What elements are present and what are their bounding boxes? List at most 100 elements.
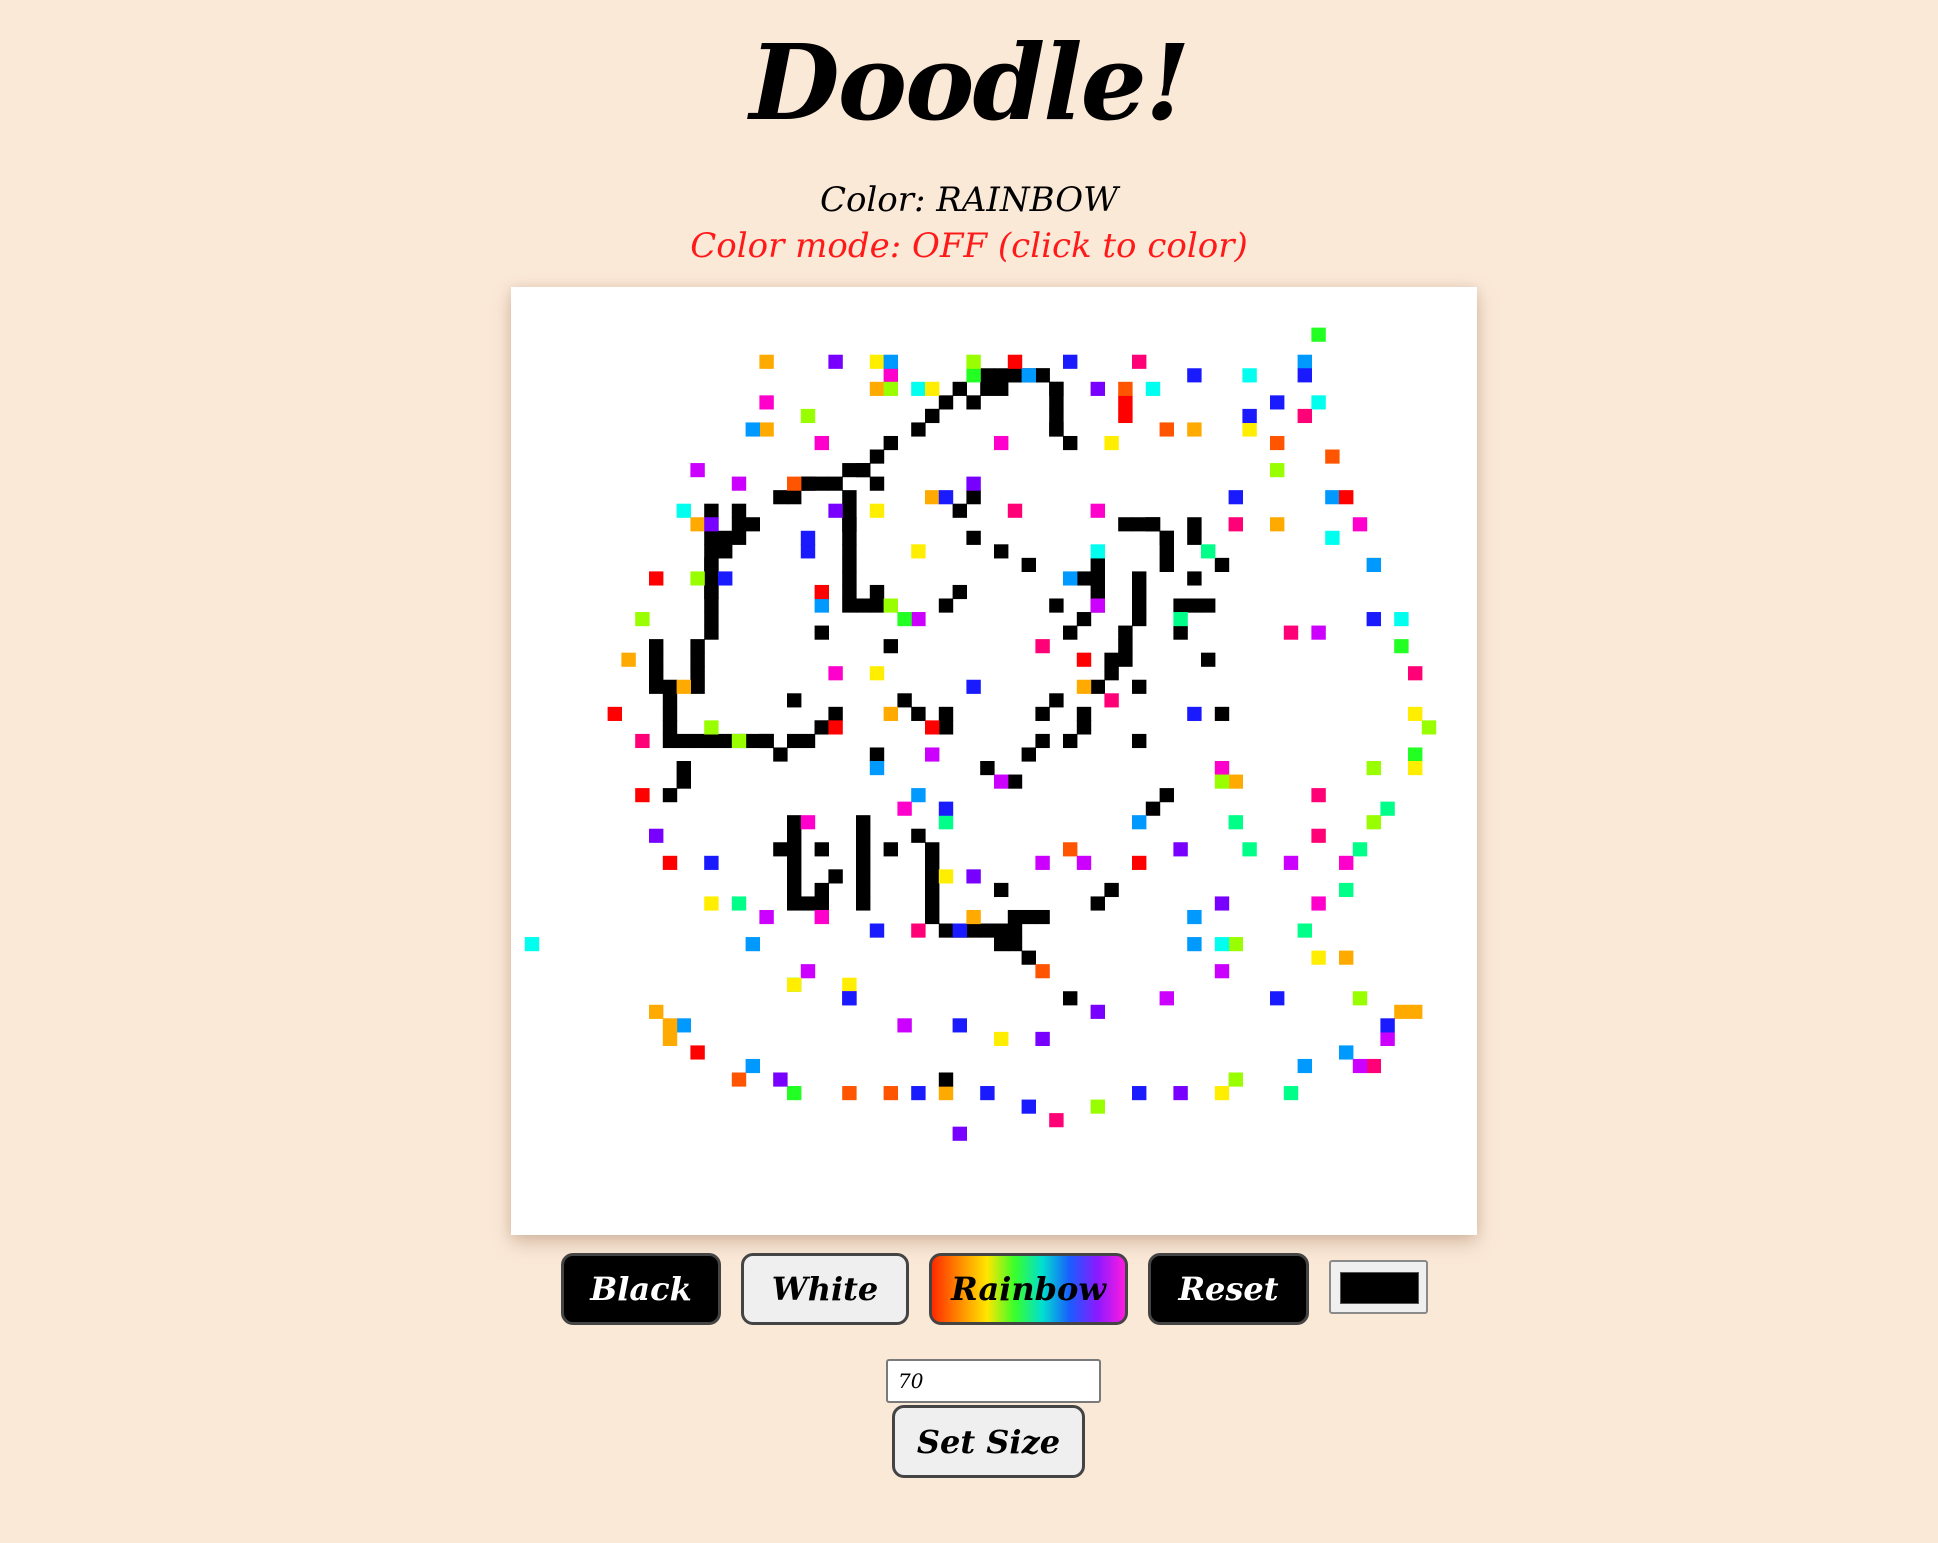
pixel[interactable] [690,571,705,586]
pixel[interactable] [773,1072,788,1087]
pixel[interactable] [662,733,678,749]
pixel[interactable] [1214,937,1230,952]
pixel[interactable] [911,422,926,437]
pixel[interactable] [869,923,885,938]
pixel[interactable] [1339,855,1354,870]
pixel[interactable] [925,408,940,424]
pixel[interactable] [1090,381,1105,396]
pixel[interactable] [1063,842,1078,857]
pixel[interactable] [731,1072,747,1087]
pixel[interactable] [911,706,926,721]
pixel[interactable] [925,842,940,857]
pixel[interactable] [1118,625,1133,640]
pixel[interactable] [690,517,705,532]
pixel[interactable] [1076,679,1092,694]
pixel[interactable] [883,706,898,721]
pixel[interactable] [980,923,995,938]
pixel[interactable] [607,706,622,721]
pixel[interactable] [1076,612,1092,627]
pixel[interactable] [1297,408,1312,424]
pixel[interactable] [828,503,843,518]
pixel[interactable] [814,882,829,898]
pixel[interactable] [635,612,650,627]
pixel[interactable] [911,828,926,843]
pixel[interactable] [1035,639,1050,654]
pixel[interactable] [1173,842,1188,857]
pixel[interactable] [966,354,981,369]
pixel[interactable] [1118,639,1133,654]
pixel[interactable] [1035,368,1050,383]
pixel[interactable] [1325,530,1340,545]
pixel[interactable] [1035,706,1050,721]
pixel[interactable] [1352,991,1368,1006]
pixel[interactable] [842,571,857,586]
pixel[interactable] [759,909,774,925]
pixel[interactable] [911,1086,926,1101]
pixel[interactable] [1311,950,1326,965]
pixel[interactable] [1311,896,1326,911]
white-button[interactable]: White [741,1253,909,1325]
pixel[interactable] [869,449,885,464]
pixel[interactable] [1104,652,1119,667]
pixel[interactable] [1021,368,1036,383]
pixel[interactable] [897,1018,912,1033]
pixel[interactable] [731,517,747,532]
pixel[interactable] [1408,666,1423,681]
pixel[interactable] [925,490,940,505]
pixel[interactable] [1076,855,1092,870]
pixel[interactable] [856,598,871,613]
pixel[interactable] [1007,923,1023,938]
pixel[interactable] [842,1086,857,1101]
pixel[interactable] [1228,490,1243,505]
pixel[interactable] [1007,909,1023,925]
pixel[interactable] [1242,842,1257,857]
pixel[interactable] [1352,1058,1368,1074]
pixel[interactable] [1007,368,1023,383]
pixel[interactable] [718,733,733,749]
pixel[interactable] [842,530,857,545]
pixel[interactable] [1076,571,1092,586]
pixel[interactable] [1104,435,1119,451]
pixel[interactable] [718,571,733,586]
pixel[interactable] [1325,490,1340,505]
pixel[interactable] [814,842,829,857]
pixel[interactable] [1063,625,1078,640]
pixel[interactable] [883,598,898,613]
reset-button[interactable]: Reset [1148,1253,1309,1325]
pixel[interactable] [1090,557,1105,572]
pixel[interactable] [1021,747,1036,762]
pixel[interactable] [842,544,857,559]
pixel[interactable] [814,435,829,451]
pixel[interactable] [842,463,857,478]
pixel[interactable] [1228,815,1243,830]
pixel[interactable] [1035,855,1050,870]
pixel[interactable] [856,828,871,843]
pixel[interactable] [925,882,940,898]
pixel[interactable] [787,855,802,870]
pixel[interactable] [1118,381,1133,396]
pixel[interactable] [1339,1045,1354,1060]
pixel[interactable] [1187,530,1202,545]
pixel[interactable] [869,666,885,681]
pixel[interactable] [966,679,981,694]
pixel[interactable] [745,1058,760,1074]
pixel[interactable] [800,733,816,749]
pixel[interactable] [1421,720,1437,735]
pixel[interactable] [1394,1004,1409,1019]
pixel[interactable] [1021,1099,1036,1114]
pixel[interactable] [1118,408,1133,424]
pixel[interactable] [994,435,1009,451]
pixel[interactable] [1076,652,1092,667]
pixel[interactable] [1021,557,1036,572]
pixel[interactable] [911,544,926,559]
pixel[interactable] [994,544,1009,559]
pixel[interactable] [1145,517,1161,532]
pixel[interactable] [911,612,926,627]
pixel[interactable] [1408,747,1423,762]
pixel[interactable] [869,761,885,776]
pixel[interactable] [1021,909,1036,925]
pixel[interactable] [704,584,719,600]
pixel[interactable] [662,788,678,803]
pixel[interactable] [814,909,829,925]
pixel[interactable] [1104,666,1119,681]
